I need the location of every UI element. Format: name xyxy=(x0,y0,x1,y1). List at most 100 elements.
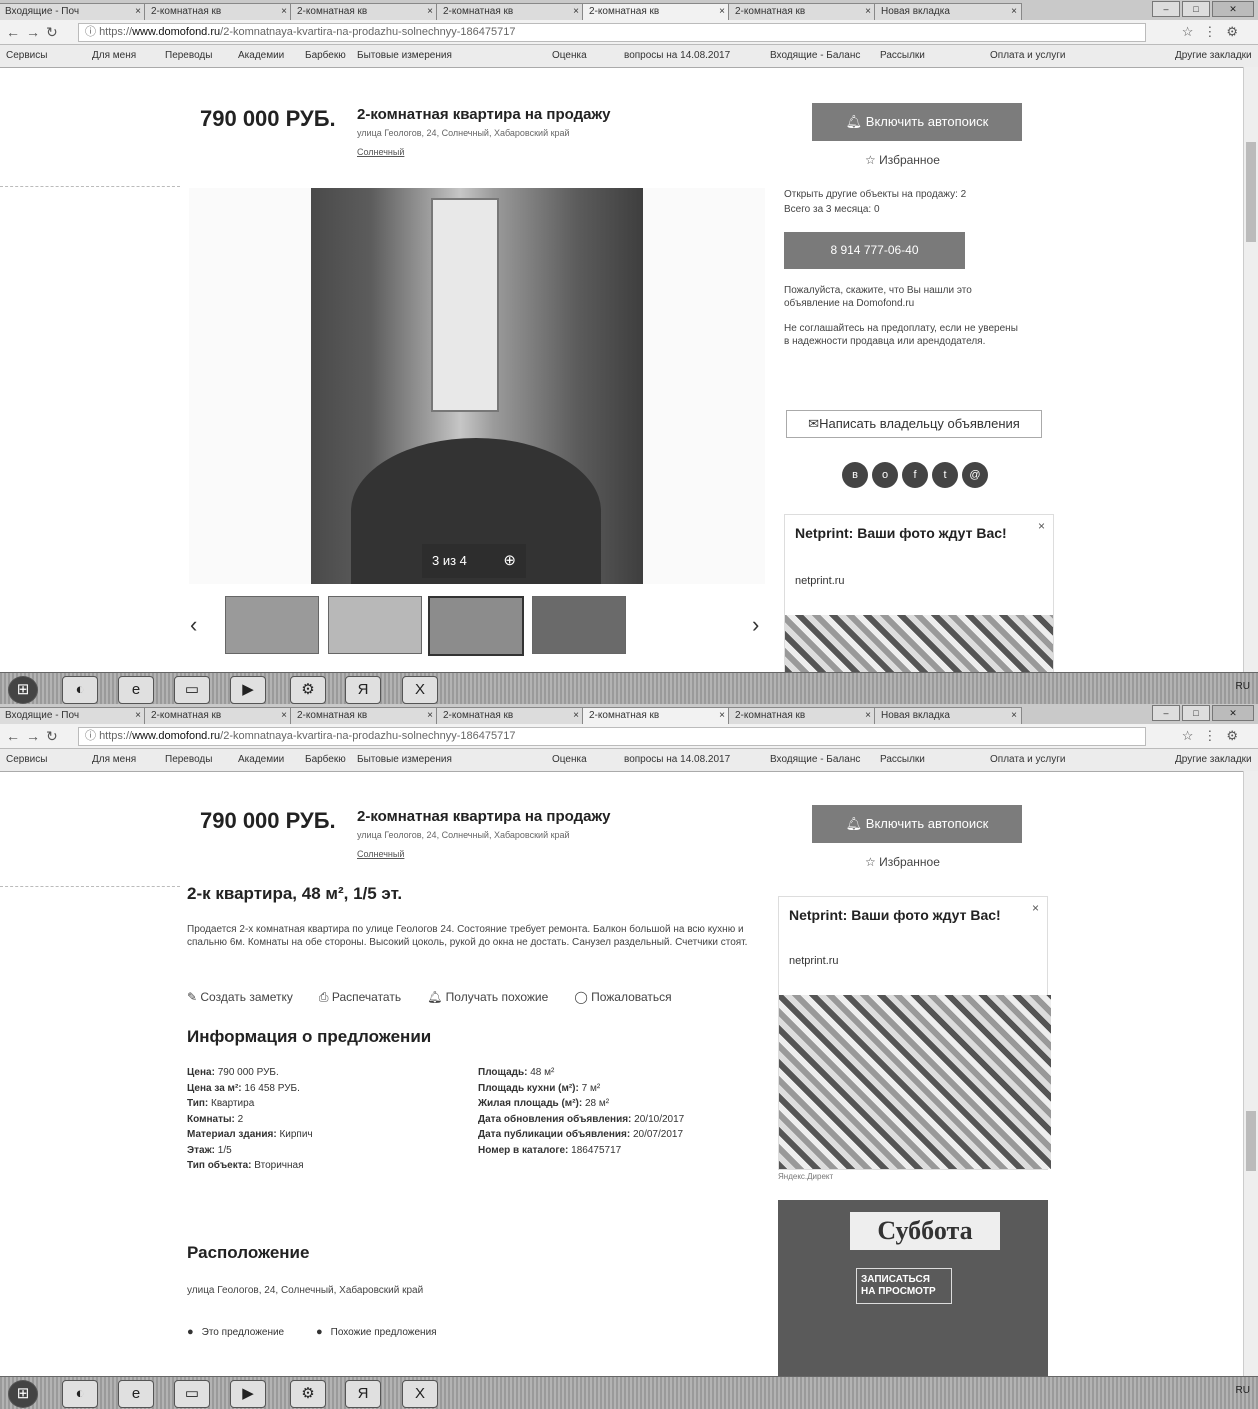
listing-city-link[interactable]: Солнечный xyxy=(357,849,404,859)
create-note-button[interactable]: ✎ Создать заметку xyxy=(187,990,293,1005)
favorite-link[interactable]: ☆ Избранное xyxy=(865,855,940,869)
tab-listing[interactable]: 2-комнатная кв × xyxy=(290,707,438,724)
bookmark[interactable]: Для меня xyxy=(92,50,136,61)
tab-inbox[interactable]: Входящие - Поч × xyxy=(0,3,146,20)
tab-listing[interactable]: 2-комнатная кв × xyxy=(728,3,876,20)
gallery-thumbnail-active[interactable] xyxy=(428,596,524,656)
chrome-icon[interactable]: ◐ xyxy=(62,1380,98,1408)
gallery-thumbnail[interactable] xyxy=(225,596,319,654)
folder-icon[interactable]: ▭ xyxy=(174,1380,210,1408)
ad-close-icon[interactable]: × xyxy=(1032,901,1039,915)
close-icon[interactable]: × xyxy=(1011,4,1017,20)
settings-icon[interactable]: ⚙ xyxy=(290,1380,326,1408)
close-icon[interactable]: × xyxy=(865,708,871,724)
excel-icon[interactable]: X xyxy=(402,676,438,704)
gallery-thumbnail[interactable] xyxy=(328,596,422,654)
system-tray-language[interactable]: RU xyxy=(1236,681,1250,692)
gallery-thumbnail[interactable] xyxy=(532,596,626,654)
twitter-icon[interactable]: t xyxy=(932,462,958,488)
tab-listing-active[interactable]: 2-комнатная кв × xyxy=(582,707,730,724)
tab-listing[interactable]: 2-комнатная кв × xyxy=(436,707,584,724)
scrollbar[interactable] xyxy=(1243,771,1258,1376)
bookmark[interactable]: Бытовые измерения xyxy=(357,754,452,765)
ad-image[interactable] xyxy=(779,995,1051,1169)
scrollbar-thumb[interactable] xyxy=(1246,1111,1256,1171)
gallery-prev-arrow[interactable]: ‹ xyxy=(190,612,197,638)
tab-listing-active[interactable]: 2-комнатная кв × xyxy=(582,3,730,20)
close-icon[interactable]: × xyxy=(135,708,141,724)
bookmark[interactable]: Переводы xyxy=(165,50,212,61)
minimize-icon[interactable]: – xyxy=(1152,1,1180,17)
browser-action-icons[interactable]: ☆⋮⚙ xyxy=(1182,728,1248,744)
close-icon[interactable]: × xyxy=(427,708,433,724)
bookmark[interactable]: Входящие - Баланс xyxy=(770,754,860,765)
folder-icon[interactable]: ▭ xyxy=(174,676,210,704)
banner-ad[interactable]: Суббота ЗАПИСАТЬСЯ НА ПРОСМОТР xyxy=(778,1200,1048,1376)
ad-title[interactable]: Netprint: Ваши фото ждут Вас! xyxy=(789,907,1009,923)
bookmark[interactable]: Академии xyxy=(238,754,284,765)
facebook-icon[interactable]: f xyxy=(902,462,928,488)
close-icon[interactable]: × xyxy=(573,4,579,20)
bookmark[interactable]: Оценка xyxy=(552,50,587,61)
bookmark[interactable]: Оплата и услуги xyxy=(990,50,1066,61)
start-button-icon[interactable]: ⊞ xyxy=(8,1380,38,1408)
bookmark[interactable]: Сервисы xyxy=(6,754,47,765)
bookmark[interactable]: Переводы xyxy=(165,754,212,765)
tab-listing[interactable]: 2-комнатная кв × xyxy=(144,707,292,724)
complain-button[interactable]: ◯ Пожаловаться xyxy=(574,990,671,1005)
listing-photo[interactable] xyxy=(311,188,643,584)
close-icon[interactable]: × xyxy=(135,4,141,20)
forward-icon[interactable]: → xyxy=(26,24,40,40)
write-owner-button[interactable]: ✉Написать владельцу объявления xyxy=(786,410,1042,438)
close-window-icon[interactable]: ✕ xyxy=(1212,1,1254,17)
bookmark[interactable]: вопросы на 14.08.2017 xyxy=(624,754,730,765)
close-icon[interactable]: × xyxy=(427,4,433,20)
map-option-similar[interactable]: Похожие предложения xyxy=(316,1326,437,1338)
media-icon[interactable]: ▶ xyxy=(230,1380,266,1408)
bookmark[interactable]: Академии xyxy=(238,50,284,61)
bookmark[interactable]: Барбекю xyxy=(305,50,346,61)
bookmark[interactable]: Барбекю xyxy=(305,754,346,765)
close-icon[interactable]: × xyxy=(865,4,871,20)
reload-icon[interactable]: ↻ xyxy=(46,728,58,745)
close-icon[interactable]: × xyxy=(281,4,287,20)
close-window-icon[interactable]: ✕ xyxy=(1212,705,1254,721)
media-icon[interactable]: ▶ xyxy=(230,676,266,704)
bookmark[interactable]: Рассылки xyxy=(880,50,925,61)
system-tray-language[interactable]: RU xyxy=(1236,1385,1250,1396)
listing-city-link[interactable]: Солнечный xyxy=(357,147,404,157)
bookmark[interactable]: Сервисы xyxy=(6,50,47,61)
tab-listing[interactable]: 2-комнатная кв × xyxy=(144,3,292,20)
ie-icon[interactable]: e xyxy=(118,1380,154,1408)
bookmark[interactable]: Рассылки xyxy=(880,754,925,765)
url-input[interactable]: ⓘ https://www.domofond.ru/2-komnatnaya-k… xyxy=(78,727,1146,746)
subscribe-button[interactable]: 🔔︎ Включить автопоиск xyxy=(812,805,1022,843)
browser-action-icons[interactable]: ☆⋮⚙ xyxy=(1182,24,1248,40)
ad-image[interactable] xyxy=(785,615,1053,673)
gallery-next-arrow[interactable]: › xyxy=(752,612,759,638)
ie-icon[interactable]: e xyxy=(118,676,154,704)
tab-new[interactable]: Новая вкладка × xyxy=(874,707,1022,724)
ad-block[interactable]: Netprint: Ваши фото ждут Вас! netprint.r… xyxy=(778,896,1051,1170)
bookmark[interactable]: Оценка xyxy=(552,754,587,765)
print-button[interactable]: ⎙ Распечатать xyxy=(319,990,401,1005)
phone-button[interactable]: 8 914 777-06-40 xyxy=(784,232,965,269)
reload-icon[interactable]: ↻ xyxy=(46,24,58,41)
vk-icon[interactable]: в xyxy=(842,462,868,488)
banner-cta-button[interactable]: ЗАПИСАТЬСЯ НА ПРОСМОТР xyxy=(856,1268,952,1304)
mailru-icon[interactable]: @ xyxy=(962,462,988,488)
maximize-icon[interactable]: □ xyxy=(1182,1,1210,17)
bookmark[interactable]: Бытовые измерения xyxy=(357,50,452,61)
bookmark[interactable]: Для меня xyxy=(92,754,136,765)
yandex-icon[interactable]: Я xyxy=(345,1380,381,1408)
start-button-icon[interactable]: ⊞ xyxy=(8,676,38,704)
excel-icon[interactable]: X xyxy=(402,1380,438,1408)
ad-url[interactable]: netprint.ru xyxy=(789,955,839,967)
settings-icon[interactable]: ⚙ xyxy=(290,676,326,704)
close-icon[interactable]: × xyxy=(573,708,579,724)
ad-block[interactable]: Netprint: Ваши фото ждут Вас! netprint.r… xyxy=(784,514,1054,674)
close-icon[interactable]: × xyxy=(719,4,725,20)
tab-listing[interactable]: 2-комнатная кв × xyxy=(290,3,438,20)
bookmark[interactable]: Оплата и услуги xyxy=(990,754,1066,765)
scrollbar[interactable] xyxy=(1243,67,1258,672)
